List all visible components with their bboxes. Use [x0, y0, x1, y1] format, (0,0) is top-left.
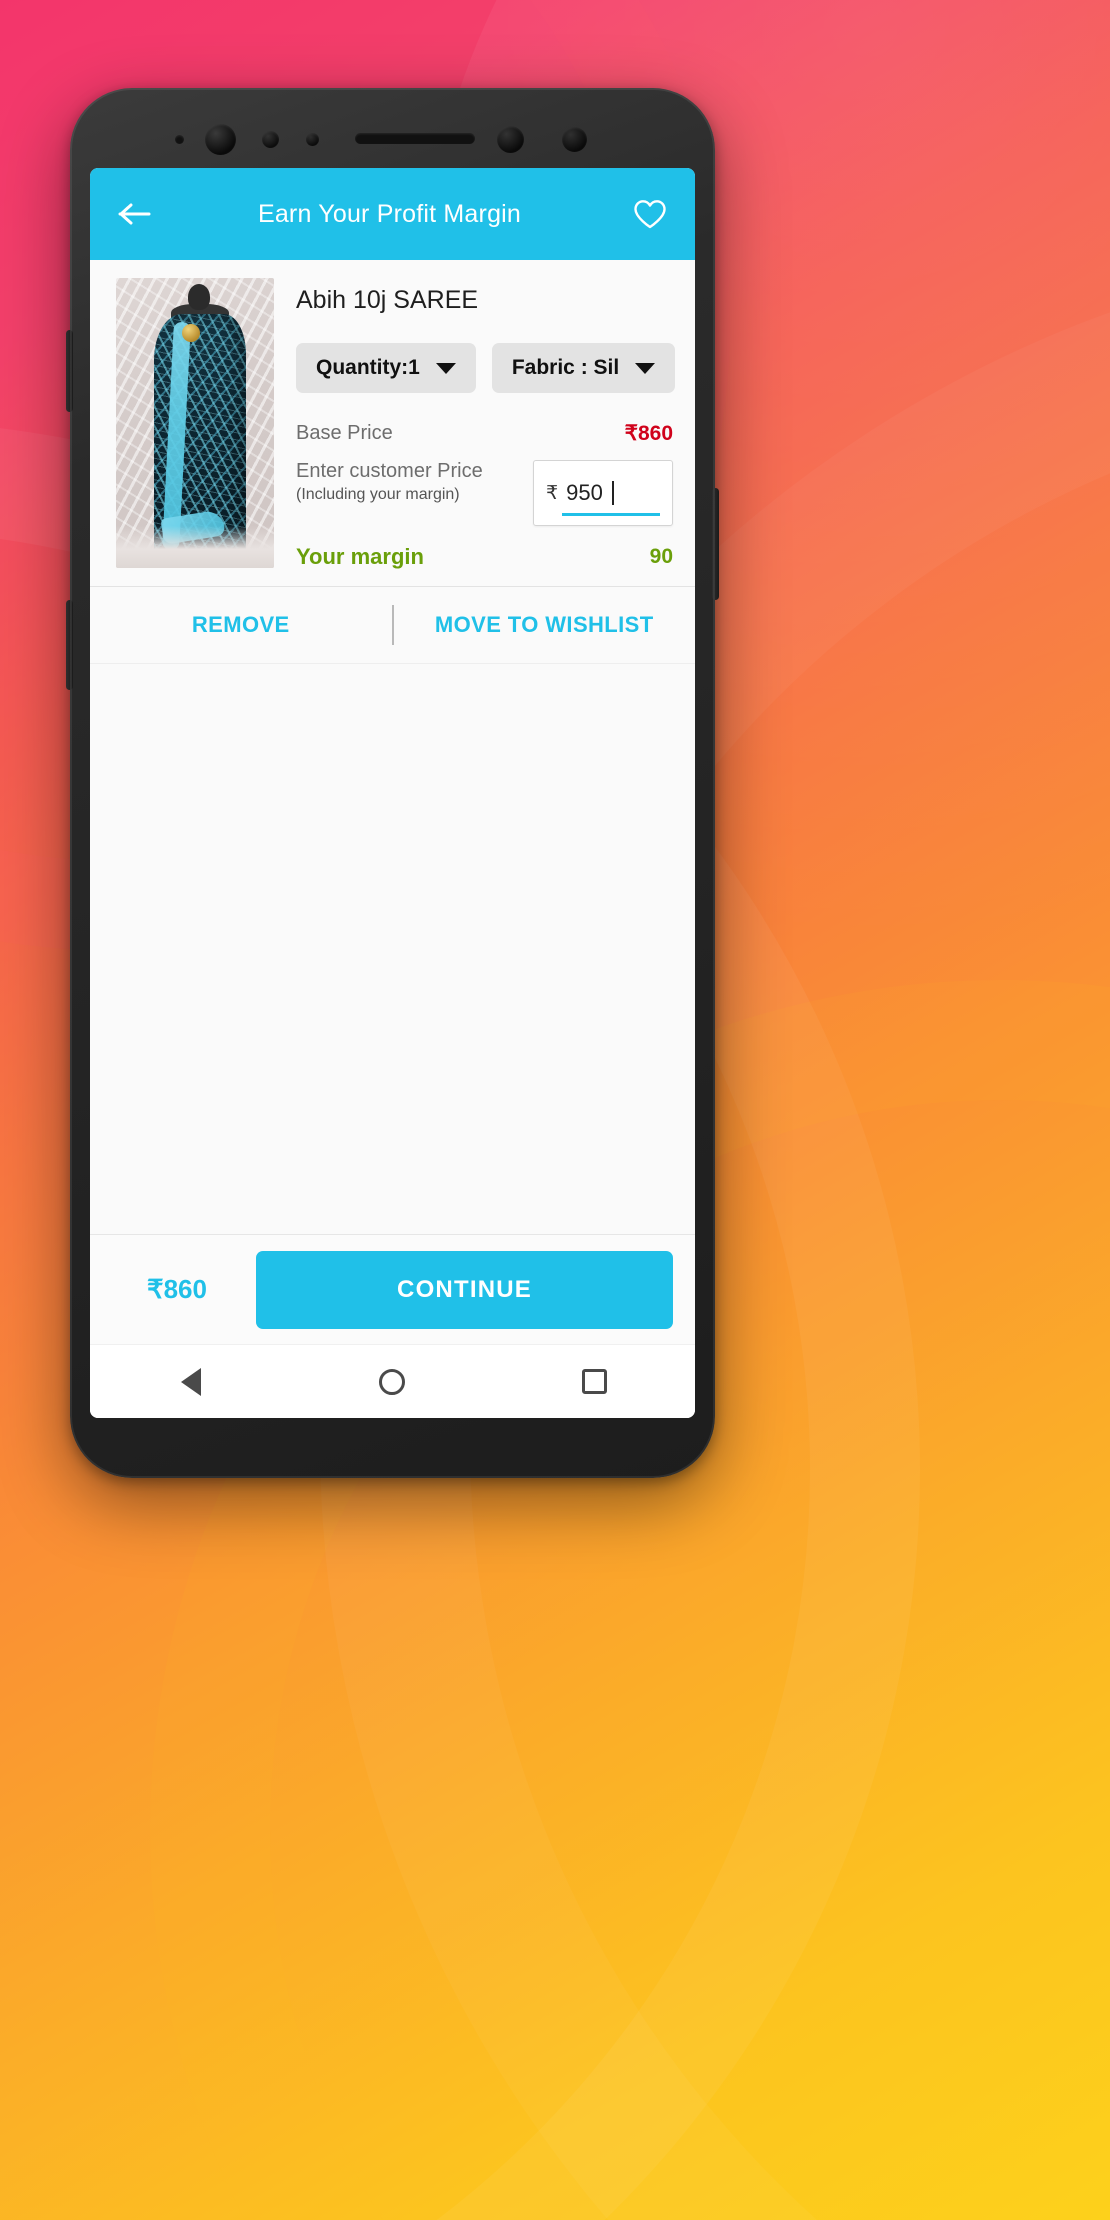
quantity-dropdown[interactable]: Quantity:1 [296, 343, 476, 393]
favorite-button[interactable] [627, 191, 673, 237]
margin-value: 90 [649, 545, 673, 568]
input-focus-underline [562, 513, 660, 516]
nav-recents-button[interactable] [577, 1365, 611, 1399]
saree-brooch [182, 324, 200, 342]
secondary-camera-icon [562, 127, 587, 152]
led-indicator-icon [175, 135, 184, 144]
continue-button[interactable]: CONTINUE [256, 1250, 673, 1329]
product-name: Abih 10j SAREE [296, 286, 479, 314]
arrow-left-icon [118, 203, 151, 225]
customer-price-input[interactable]: ₹ 950 [533, 460, 673, 526]
item-actions-row: REMOVE MOVE TO WISHLIST [90, 587, 695, 663]
product-info: Abih 10j SAREE Quantity:1 Fabric : Sil B… [274, 278, 695, 570]
customer-price-sublabel: (Including your margin) [296, 485, 460, 503]
earpiece-speaker-icon [355, 133, 475, 144]
mannequin-head [188, 284, 210, 310]
volume-down-button[interactable] [66, 600, 73, 690]
base-price-label: Base Price [296, 422, 393, 444]
square-recents-icon [581, 1369, 607, 1394]
checkout-bar: ₹860 CONTINUE [90, 1234, 695, 1344]
power-button[interactable] [712, 488, 719, 600]
heart-outline-icon [634, 199, 666, 228]
move-to-wishlist-button[interactable]: MOVE TO WISHLIST [394, 612, 696, 638]
cart-total-amount: ₹860 [147, 1274, 207, 1304]
base-price-value: ₹860 [624, 422, 673, 445]
page-title: Earn Your Profit Margin [257, 199, 522, 228]
light-sensor-icon [306, 133, 319, 146]
nav-home-button[interactable] [375, 1365, 409, 1399]
android-navigation-bar [90, 1344, 695, 1418]
circle-home-icon [379, 1368, 406, 1395]
phone-device-frame: Earn Your Profit Margin Abih 10j SAREE Q… [66, 88, 719, 1478]
margin-row: Your margin 90 [296, 544, 673, 570]
margin-label: Your margin [296, 544, 424, 569]
product-thumbnail-image[interactable] [116, 278, 274, 568]
proximity-sensor-icon [262, 131, 279, 148]
base-price-row: Base Price ₹860 [296, 421, 673, 446]
chevron-down-icon [635, 362, 656, 374]
fabric-dropdown-label: Fabric : Sil [511, 356, 620, 379]
app-bar: Earn Your Profit Margin [90, 168, 695, 260]
image-floor-shadow [116, 526, 274, 568]
cart-empty-area [90, 663, 695, 1234]
volume-up-button[interactable] [66, 330, 73, 412]
product-card: Abih 10j SAREE Quantity:1 Fabric : Sil B… [90, 260, 695, 587]
customer-price-value: 950 [566, 480, 603, 505]
text-cursor-icon [611, 481, 614, 505]
product-options-row: Quantity:1 Fabric : Sil [296, 343, 695, 393]
fabric-dropdown[interactable]: Fabric : Sil [491, 343, 676, 393]
remove-button[interactable]: REMOVE [90, 612, 392, 638]
phone-screen: Earn Your Profit Margin Abih 10j SAREE Q… [90, 168, 695, 1418]
chevron-down-icon [435, 362, 456, 374]
rupee-symbol-icon: ₹ [546, 482, 559, 504]
triangle-back-icon [180, 1367, 201, 1396]
iris-scanner-icon [497, 126, 524, 153]
nav-back-button[interactable] [174, 1365, 208, 1399]
customer-price-label-group: Enter customer Price (Including your mar… [296, 460, 483, 504]
customer-price-label: Enter customer Price [296, 460, 483, 482]
quantity-dropdown-label: Quantity:1 [316, 356, 420, 379]
pricing-section: Base Price ₹860 Enter customer Price (In… [296, 421, 695, 570]
front-camera-icon [205, 124, 236, 155]
customer-price-row: Enter customer Price (Including your mar… [296, 460, 673, 526]
